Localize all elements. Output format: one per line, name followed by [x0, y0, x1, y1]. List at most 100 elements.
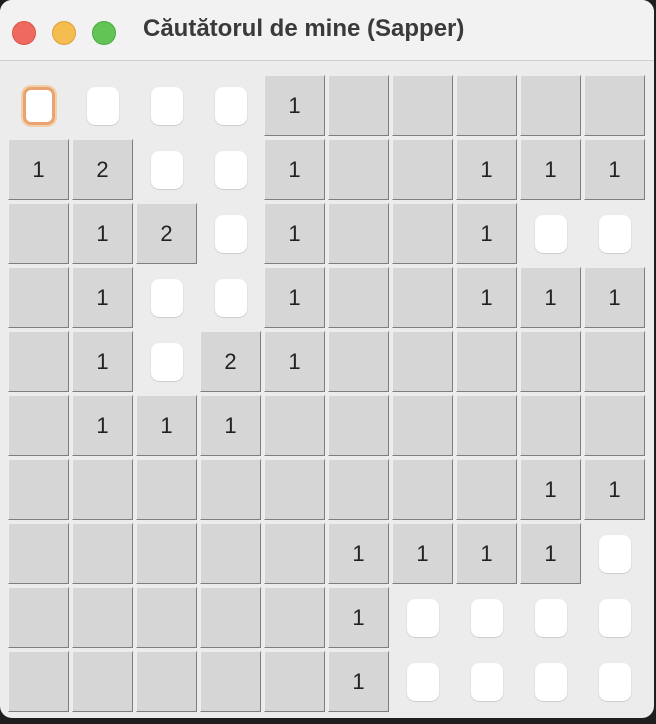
revealed-number-cell: 1	[584, 267, 645, 328]
maximize-button[interactable]	[92, 21, 116, 45]
revealed-empty-cell	[8, 651, 69, 712]
revealed-number-cell: 1	[520, 459, 581, 520]
revealed-empty-cell	[72, 651, 133, 712]
cell-button[interactable]	[214, 150, 247, 189]
revealed-number-cell: 1	[264, 267, 325, 328]
revealed-number-cell: 1	[520, 139, 581, 200]
revealed-number-cell: 1	[200, 395, 261, 456]
unrevealed-cell[interactable]	[520, 651, 581, 712]
revealed-empty-cell	[264, 587, 325, 648]
revealed-empty-cell	[72, 459, 133, 520]
mine-count: 1	[544, 156, 557, 182]
cell-button[interactable]	[150, 150, 183, 189]
unrevealed-cell[interactable]	[392, 587, 453, 648]
mine-count: 1	[96, 284, 109, 310]
revealed-empty-cell	[520, 331, 581, 392]
cell-button[interactable]	[214, 278, 247, 317]
revealed-empty-cell	[200, 523, 261, 584]
revealed-empty-cell	[72, 523, 133, 584]
revealed-empty-cell	[8, 267, 69, 328]
revealed-empty-cell	[8, 523, 69, 584]
cell-button[interactable]	[598, 534, 631, 573]
revealed-empty-cell	[72, 587, 133, 648]
unrevealed-cell[interactable]	[200, 203, 261, 264]
mine-count: 1	[352, 604, 365, 630]
revealed-empty-cell	[200, 651, 261, 712]
revealed-number-cell: 1	[136, 395, 197, 456]
cell-button[interactable]	[406, 598, 439, 637]
mine-count: 1	[288, 220, 301, 246]
unrevealed-cell[interactable]	[392, 651, 453, 712]
mine-count: 2	[160, 220, 173, 246]
title-bar[interactable]: Căutătorul de mine (Sapper)	[0, 0, 654, 61]
unrevealed-cell[interactable]	[520, 203, 581, 264]
mine-count: 1	[480, 540, 493, 566]
revealed-empty-cell	[456, 459, 517, 520]
mine-count: 1	[288, 92, 301, 118]
unrevealed-cell[interactable]	[584, 587, 645, 648]
unrevealed-cell[interactable]	[200, 139, 261, 200]
revealed-empty-cell	[8, 203, 69, 264]
revealed-empty-cell	[136, 587, 197, 648]
revealed-number-cell: 1	[264, 331, 325, 392]
cell-button[interactable]	[470, 662, 503, 701]
revealed-number-cell: 1	[584, 139, 645, 200]
revealed-empty-cell	[328, 203, 389, 264]
close-button[interactable]	[12, 21, 36, 45]
revealed-number-cell: 1	[8, 139, 69, 200]
unrevealed-cell[interactable]	[584, 523, 645, 584]
cell-button[interactable]	[598, 662, 631, 701]
unrevealed-cell[interactable]	[72, 75, 133, 136]
cell-button[interactable]	[150, 86, 183, 125]
unrevealed-cell[interactable]	[136, 139, 197, 200]
revealed-number-cell: 1	[520, 523, 581, 584]
cell-button[interactable]	[150, 342, 183, 381]
revealed-number-cell: 1	[72, 331, 133, 392]
minimize-button[interactable]	[52, 21, 76, 45]
mine-count: 1	[608, 476, 621, 502]
unrevealed-cell[interactable]	[456, 587, 517, 648]
revealed-number-cell: 1	[72, 267, 133, 328]
cell-button[interactable]	[406, 662, 439, 701]
revealed-number-cell: 2	[136, 203, 197, 264]
mine-count: 1	[160, 412, 173, 438]
unrevealed-cell[interactable]	[136, 331, 197, 392]
cell-button[interactable]	[22, 86, 55, 125]
cell-button[interactable]	[150, 278, 183, 317]
cell-button[interactable]	[534, 214, 567, 253]
cell-button[interactable]	[534, 598, 567, 637]
revealed-empty-cell	[264, 523, 325, 584]
unrevealed-cell[interactable]	[584, 651, 645, 712]
cell-button[interactable]	[470, 598, 503, 637]
revealed-number-cell: 1	[72, 395, 133, 456]
cell-button[interactable]	[86, 86, 119, 125]
revealed-empty-cell	[8, 395, 69, 456]
unrevealed-cell[interactable]	[136, 75, 197, 136]
unrevealed-cell[interactable]	[200, 75, 261, 136]
revealed-empty-cell	[200, 587, 261, 648]
revealed-empty-cell	[328, 331, 389, 392]
revealed-empty-cell	[8, 587, 69, 648]
revealed-empty-cell	[328, 395, 389, 456]
mine-count: 2	[224, 348, 237, 374]
unrevealed-cell[interactable]	[8, 75, 69, 136]
mine-count: 1	[608, 284, 621, 310]
revealed-number-cell: 1	[456, 523, 517, 584]
mine-count: 1	[480, 284, 493, 310]
revealed-empty-cell	[392, 203, 453, 264]
revealed-number-cell: 1	[264, 75, 325, 136]
unrevealed-cell[interactable]	[520, 587, 581, 648]
revealed-empty-cell	[520, 395, 581, 456]
cell-button[interactable]	[214, 214, 247, 253]
unrevealed-cell[interactable]	[584, 203, 645, 264]
revealed-empty-cell	[200, 459, 261, 520]
revealed-number-cell: 1	[456, 267, 517, 328]
cell-button[interactable]	[598, 214, 631, 253]
unrevealed-cell[interactable]	[136, 267, 197, 328]
cell-button[interactable]	[214, 86, 247, 125]
unrevealed-cell[interactable]	[456, 651, 517, 712]
cell-button[interactable]	[598, 598, 631, 637]
unrevealed-cell[interactable]	[200, 267, 261, 328]
cell-button[interactable]	[534, 662, 567, 701]
revealed-empty-cell	[136, 459, 197, 520]
